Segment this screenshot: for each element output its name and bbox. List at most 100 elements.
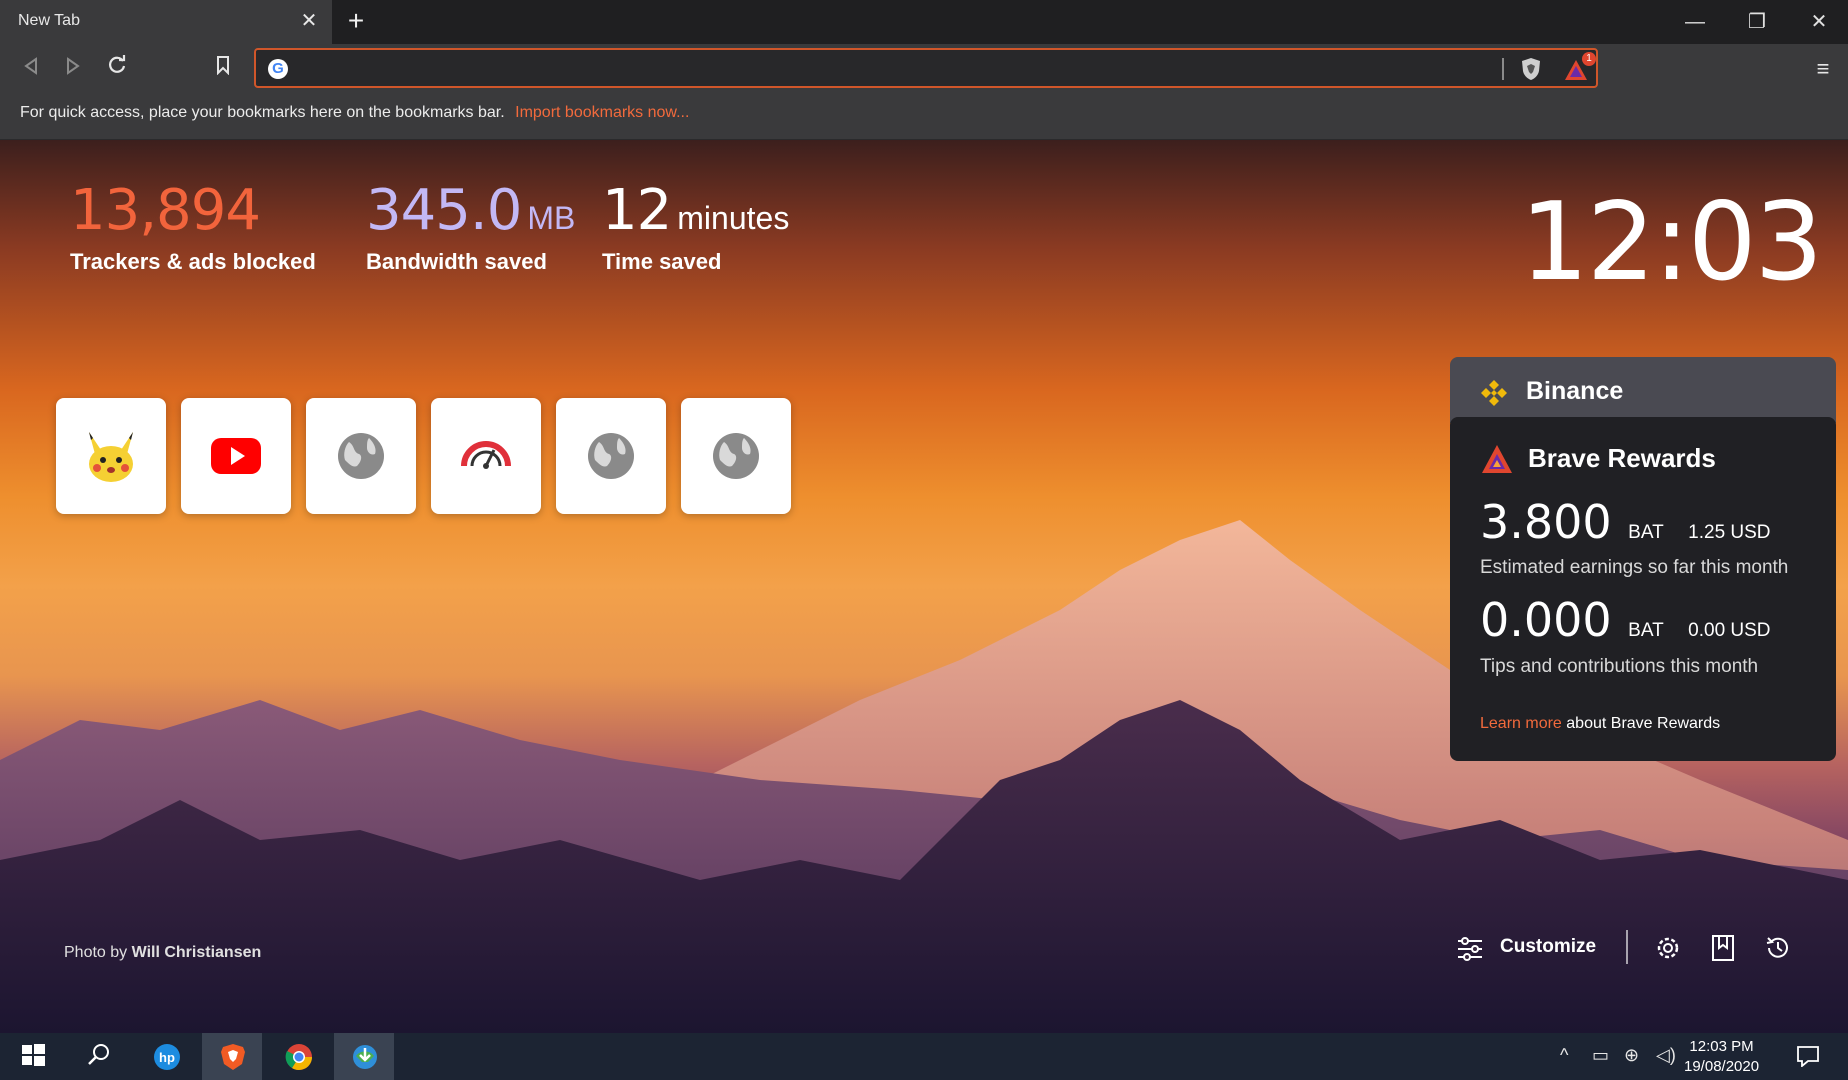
customize-label[interactable]: Customize [1500,936,1596,958]
earnings-usd: 1.25 USD [1688,522,1771,543]
brave-shields-icon[interactable] [1518,56,1544,82]
earnings-amount: 3.800 [1480,495,1612,549]
minimize-button[interactable]: — [1672,4,1718,40]
search-icon [88,1044,109,1065]
taskbar-date: 19/08/2020 [1684,1058,1760,1075]
sliders-icon [1458,937,1482,961]
forward-button[interactable] [56,52,90,86]
top-site-tile[interactable] [431,398,541,514]
taskbar-time: 12:03 PM [1689,1038,1754,1055]
notification-icon [1797,1046,1819,1068]
bandwidth-unit: MB [527,200,576,236]
tips-description: Tips and contributions this month [1480,656,1759,677]
tips-row: 0.000 BAT 0.00 USD [1480,593,1771,647]
bandwidth-value: 345.0 [366,178,522,243]
top-site-tile[interactable] [556,398,666,514]
customize-button[interactable] [1456,936,1484,967]
time-stat: 12 minutes Time saved [602,178,789,275]
bandwidth-stat: 345.0 MB Bandwidth saved [366,178,575,275]
volume-icon[interactable]: ◁) [1656,1045,1676,1066]
trackers-label: Trackers & ads blocked [70,249,316,274]
binance-icon [1481,380,1507,406]
network-icon[interactable]: ⊕ [1624,1045,1639,1066]
title-bar: New Tab ✕ + — ❐ ✕ [0,0,1848,44]
earnings-row: 3.800 BAT 1.25 USD [1480,495,1771,549]
binance-widget[interactable]: Binance [1450,357,1836,423]
globe-icon [338,433,384,479]
battery-icon[interactable]: ▭ [1592,1045,1609,1066]
binance-title: Binance [1526,377,1624,405]
gear-icon [1657,937,1679,959]
import-bookmarks-link[interactable]: Import bookmarks now... [515,104,689,121]
learn-more-link[interactable]: Learn more [1480,715,1562,732]
search-button[interactable] [70,1033,130,1080]
photo-credit: Photo by Will Christiansen [64,944,261,962]
rewards-badge: 1 [1582,52,1596,66]
tab-title: New Tab [18,12,80,29]
close-window-button[interactable]: ✕ [1796,4,1842,40]
top-site-tile[interactable] [181,398,291,514]
tips-usd: 0.00 USD [1688,620,1771,641]
rewards-title: Brave Rewards [1528,443,1716,473]
taskbar-clock[interactable]: 12:03 PM 19/08/2020 [1684,1037,1759,1077]
new-tab-button[interactable]: + [340,6,372,38]
bottom-controls: Customize [1450,926,1820,970]
bookmarks-message: For quick access, place your bookmarks h… [20,104,505,121]
hp-icon: hp [154,1044,180,1070]
back-icon [24,57,37,75]
controls-divider [1626,930,1628,964]
speedometer-icon [461,441,511,469]
rewards-footer-text: about Brave Rewards [1566,715,1721,732]
photo-credit-author: Will Christiansen [131,944,262,961]
youtube-icon [211,438,261,474]
url-input[interactable] [296,56,1496,80]
brave-icon [221,1044,245,1070]
settings-button[interactable] [1654,934,1682,967]
top-site-tile[interactable] [681,398,791,514]
reload-button[interactable] [100,52,134,86]
tips-currency: BAT [1628,620,1664,641]
tab-close-icon[interactable]: ✕ [296,8,322,34]
start-button[interactable] [4,1033,64,1080]
pikachu-icon [89,432,133,482]
bookmarks-button[interactable] [1710,934,1736,967]
toolbar: G 1 ≡ [0,44,1848,92]
address-bar[interactable]: G 1 [254,48,1598,88]
tips-amount: 0.000 [1480,593,1612,647]
taskbar-app-chrome[interactable] [268,1033,328,1080]
time-label: Time saved [602,249,722,274]
notification-icon[interactable] [1796,1045,1820,1072]
downloader-icon [353,1045,377,1069]
bookmark-button[interactable] [206,52,240,86]
new-tab-page: 13,894 Trackers & ads blocked 345.0 MB Ba… [0,140,1848,1033]
tray-overflow-icon[interactable]: ^ [1560,1045,1568,1066]
menu-icon[interactable]: ≡ [1806,52,1840,86]
earnings-currency: BAT [1628,522,1664,543]
photo-credit-prefix: Photo by [64,944,128,961]
windows-taskbar: hp ^ ▭ ⊕ ◁) 12:03 PM 19/08/2020 [0,1033,1848,1080]
taskbar-app-brave[interactable] [202,1033,262,1080]
time-unit: minutes [677,200,790,236]
reload-icon [109,55,126,73]
restore-button[interactable]: ❐ [1734,4,1780,40]
chrome-icon [285,1044,313,1071]
top-site-tile[interactable] [56,398,166,514]
clock: 12:03 [1520,180,1823,305]
svg-text:hp: hp [159,1050,175,1065]
globe-icon [713,433,759,479]
top-site-tile[interactable] [306,398,416,514]
globe-icon [588,433,634,479]
trackers-stat: 13,894 Trackers & ads blocked [70,178,316,275]
google-icon: G [268,59,288,79]
bat-icon [1482,445,1512,473]
forward-icon [67,57,80,75]
taskbar-app-downloader[interactable] [334,1033,394,1080]
back-button[interactable] [14,52,48,86]
time-value: 12 [602,178,672,243]
earnings-description: Estimated earnings so far this month [1480,557,1789,578]
history-icon [1766,937,1788,958]
taskbar-app-hp[interactable]: hp [136,1033,196,1080]
tab-new-tab[interactable]: New Tab ✕ [0,0,332,44]
bookmarks-icon [1712,935,1734,961]
history-button[interactable] [1764,934,1792,967]
